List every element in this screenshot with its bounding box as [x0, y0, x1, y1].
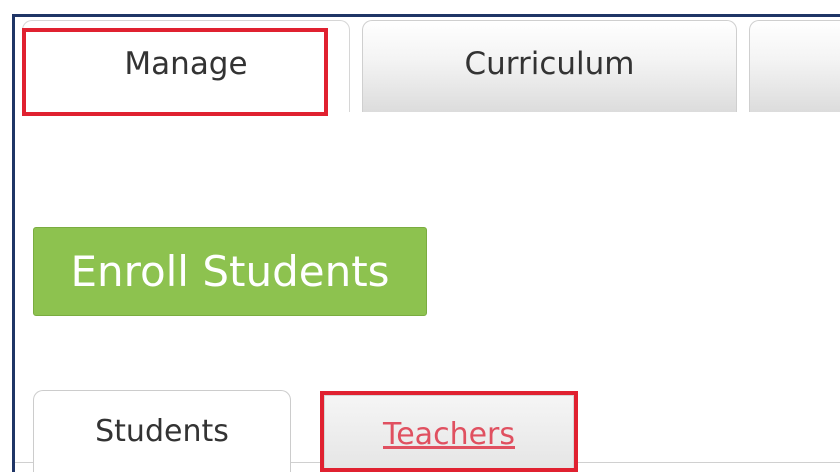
tab-curriculum[interactable]: Curriculum: [362, 20, 737, 112]
tab-curriculum-label: Curriculum: [464, 45, 635, 82]
frame-border: [12, 14, 15, 472]
sub-tab-teachers-label: Teachers: [383, 416, 515, 452]
app-frame: Manage Curriculum Enroll Students Studen…: [0, 0, 840, 472]
sub-tab-students[interactable]: Students: [33, 390, 291, 472]
frame-border: [12, 14, 840, 17]
enroll-students-button[interactable]: Enroll Students: [33, 227, 427, 316]
sub-tab-students-label: Students: [95, 414, 229, 449]
tab-more[interactable]: [749, 20, 840, 112]
sub-tab-teachers[interactable]: Teachers: [324, 395, 574, 472]
tab-manage-label: Manage: [124, 45, 248, 82]
tab-manage[interactable]: Manage: [22, 20, 350, 112]
